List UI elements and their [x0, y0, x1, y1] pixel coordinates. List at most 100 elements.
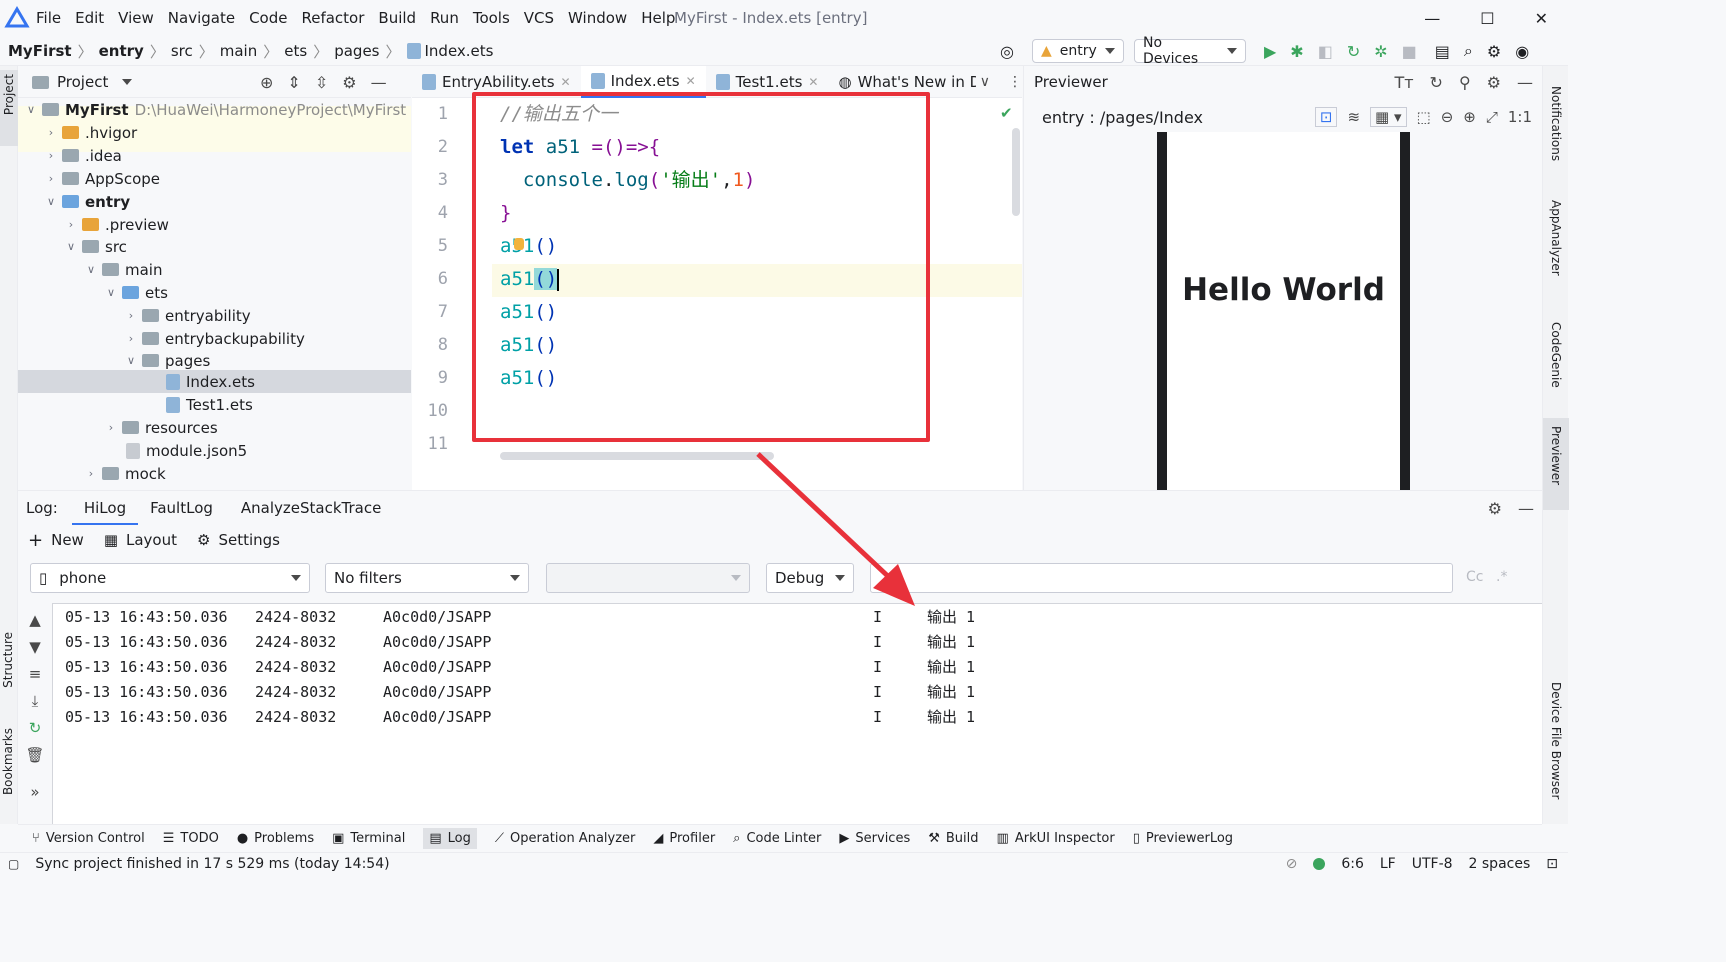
minimize-icon[interactable]: —: [1424, 9, 1440, 28]
tool-arkui-inspector[interactable]: ▥ ArkUI Inspector: [997, 831, 1115, 846]
tree-item-entry[interactable]: ∨ entry: [46, 190, 130, 213]
tool-code-linter[interactable]: ⌕ Code Linter: [733, 831, 821, 846]
layers-icon[interactable]: ≋: [1347, 108, 1360, 126]
scroll-down-icon[interactable]: ▼: [29, 638, 41, 656]
tool-build[interactable]: ⚒ Build: [928, 831, 978, 846]
menu-navigate[interactable]: Navigate: [168, 0, 235, 36]
process-filter-select[interactable]: No filters: [325, 563, 529, 593]
tree-item-appscope[interactable]: › AppScope: [46, 167, 160, 190]
tool-version-control[interactable]: ⑂ Version Control: [32, 831, 145, 846]
tree-item-test1-ets[interactable]: Test1.ets: [166, 393, 253, 416]
tree-item-ets[interactable]: ∨ ets: [106, 281, 168, 304]
file-encoding[interactable]: UTF-8: [1412, 856, 1453, 872]
tool-profiler[interactable]: ◢ Profiler: [653, 831, 715, 846]
attach-debugger-icon[interactable]: ◧: [1318, 42, 1333, 61]
caret-position[interactable]: 6:6: [1341, 856, 1364, 872]
project-structure-icon[interactable]: ▤: [1435, 42, 1450, 61]
previewer-tool-button[interactable]: Previewer: [1543, 418, 1569, 510]
tool-todo[interactable]: ☰ TODO: [163, 831, 219, 846]
tool-operation-analyzer[interactable]: ⟋ Operation Analyzer: [495, 831, 636, 846]
clear-log-icon[interactable]: 🗑: [25, 746, 44, 764]
crumb-src[interactable]: src: [171, 42, 193, 60]
crumb-ets[interactable]: ets: [284, 42, 307, 60]
tree-item-resources[interactable]: › resources: [106, 416, 218, 439]
status-ok-icon[interactable]: [1313, 857, 1326, 870]
menu-vcs[interactable]: VCS: [524, 0, 554, 36]
menu-refactor[interactable]: Refactor: [301, 0, 364, 36]
actual-size-icon[interactable]: 1:1: [1508, 108, 1532, 126]
tab-faultlog[interactable]: FaultLog: [150, 499, 213, 517]
account-icon[interactable]: ◉: [1515, 42, 1529, 61]
tool-problems[interactable]: ● Problems: [237, 831, 314, 846]
target-icon[interactable]: ◎: [1000, 42, 1014, 61]
tree-item-idea[interactable]: › .idea: [46, 144, 122, 167]
collapse-all-icon[interactable]: ⇳: [315, 73, 328, 92]
notifications-tool-button[interactable]: Notifications: [1549, 86, 1563, 161]
tree-item-main[interactable]: ∨ main: [86, 258, 163, 281]
tree-item-hvigor[interactable]: › .hvigor: [46, 121, 137, 144]
settings-button[interactable]: ⚙ Settings: [197, 531, 280, 549]
tab-list-icon[interactable]: ∨: [980, 74, 990, 90]
module-selector[interactable]: ▲ entry: [1031, 39, 1124, 63]
crumb-main[interactable]: main: [220, 42, 257, 60]
tree-root[interactable]: ∨ MyFirst D:\HuaWei\HarmoneyProject\MyFi…: [26, 98, 406, 121]
tree-item-src[interactable]: ∨ src: [66, 235, 127, 258]
tree-item-entrybackupability[interactable]: › entrybackupability: [126, 327, 305, 350]
device-selector[interactable]: No Devices: [1133, 35, 1246, 67]
refresh-icon[interactable]: ↻: [1430, 73, 1443, 92]
device-filter-select[interactable]: ▯ phone: [30, 563, 310, 593]
menu-help[interactable]: Help: [641, 0, 675, 36]
tree-item-mock[interactable]: › mock: [86, 462, 166, 485]
line-separator[interactable]: LF: [1380, 856, 1396, 872]
inspector-icon[interactable]: ⚲: [1459, 73, 1471, 92]
zoom-out-icon[interactable]: ⊖: [1441, 108, 1454, 126]
inspection-ok-icon[interactable]: ✔: [1000, 104, 1013, 122]
chevron-down-icon[interactable]: [122, 79, 133, 85]
menu-view[interactable]: View: [118, 0, 154, 36]
search-icon[interactable]: ⌕: [1464, 41, 1473, 61]
more-icon[interactable]: »: [30, 783, 39, 801]
crumb-project[interactable]: MyFirst: [8, 42, 72, 60]
bookmarks-tool-button[interactable]: Bookmarks: [1, 728, 15, 795]
scroll-up-icon[interactable]: ▲: [29, 611, 41, 629]
tree-item-module-json5[interactable]: module.json5: [126, 439, 247, 462]
menu-file[interactable]: File: [36, 0, 61, 36]
menu-edit[interactable]: Edit: [75, 0, 104, 36]
menu-build[interactable]: Build: [378, 0, 416, 36]
tab-analyzestacktrace[interactable]: AnalyzeStackTrace: [241, 499, 381, 517]
indent-setting[interactable]: 2 spaces: [1469, 856, 1531, 872]
font-size-icon[interactable]: Tт: [1394, 73, 1413, 92]
menu-window[interactable]: Window: [568, 0, 627, 36]
close-icon[interactable]: ✕: [808, 75, 818, 89]
appanalyzer-tool-button[interactable]: AppAnalyzer: [1549, 200, 1563, 276]
tab-hilog[interactable]: HiLog: [71, 491, 139, 525]
crumb-pages[interactable]: pages: [334, 42, 379, 60]
tool-previewerlog[interactable]: ▯ PreviewerLog: [1133, 831, 1233, 846]
hide-icon[interactable]: —: [1517, 73, 1533, 92]
expand-all-icon[interactable]: ⇕: [287, 73, 300, 92]
lock-icon[interactable]: ⊡: [1546, 856, 1558, 872]
regex-toggle[interactable]: .*: [1496, 569, 1507, 585]
close-icon[interactable]: ✕: [686, 74, 696, 88]
apply-changes-icon[interactable]: ↻: [1347, 42, 1360, 61]
codegenie-tool-button[interactable]: CodeGenie: [1549, 322, 1563, 388]
no-sync-icon[interactable]: ⊘: [1286, 856, 1298, 872]
crumb-module[interactable]: entry: [99, 42, 144, 60]
multi-device-icon[interactable]: ▦ ▾: [1370, 107, 1407, 127]
crop-icon[interactable]: ⬚: [1417, 108, 1431, 126]
log-search-input[interactable]: [870, 563, 1453, 593]
gear-icon[interactable]: ⚙: [342, 73, 356, 92]
project-view-title[interactable]: Project: [57, 73, 108, 91]
log-output[interactable]: 05-13 16:43:50.036 2424-8032 A0c0d0/JSAPP I…: [52, 603, 1542, 825]
close-icon[interactable]: ✕: [1535, 9, 1548, 28]
more-icon[interactable]: ⋮: [1008, 74, 1022, 90]
tool-log[interactable]: ▤ Log: [423, 828, 477, 849]
stop-icon[interactable]: ■: [1402, 42, 1417, 61]
hide-icon[interactable]: —: [1518, 499, 1534, 518]
project-tool-button[interactable]: Project: [0, 70, 18, 146]
gear-icon[interactable]: ⚙: [1487, 42, 1501, 61]
debug-icon[interactable]: ✱: [1290, 42, 1303, 61]
menu-tools[interactable]: Tools: [473, 0, 510, 36]
gear-icon[interactable]: ⚙: [1487, 73, 1501, 92]
gear-icon[interactable]: ⚙: [1488, 499, 1502, 518]
